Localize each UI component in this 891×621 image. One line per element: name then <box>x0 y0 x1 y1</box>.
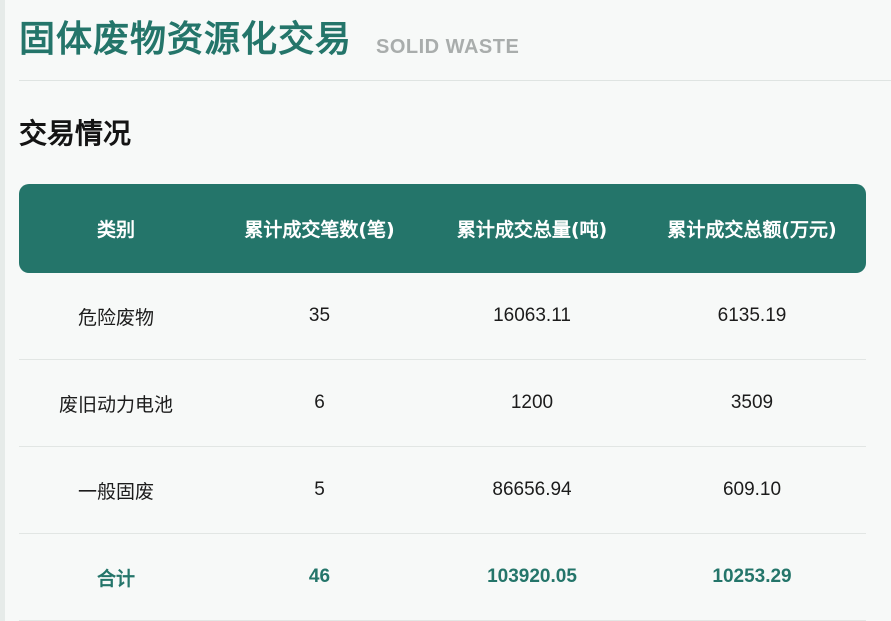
total-volume: 103920.05 <box>487 566 577 587</box>
table-total-row: 合计 46 103920.05 10253.29 <box>19 534 866 621</box>
page-title: 固体废物资源化交易 <box>19 19 353 60</box>
page-left-border <box>0 0 5 621</box>
total-label: 合计 <box>96 567 135 590</box>
cell-count: 35 <box>308 305 331 326</box>
page-header: 固体废物资源化交易 SOLID WASTE <box>19 14 891 81</box>
transaction-table: 类别 累计成交笔数(笔) 累计成交总量(吨) 累计成交总额(万元) 危险废物 3… <box>19 184 866 621</box>
cell-volume: 16063.11 <box>493 305 571 326</box>
column-header-amount: 累计成交总额(万元) <box>667 219 837 241</box>
cell-volume: 86656.94 <box>492 479 572 500</box>
cell-category: 危险废物 <box>77 306 154 329</box>
cell-volume: 1200 <box>510 392 554 413</box>
cell-amount: 3509 <box>730 392 774 413</box>
cell-amount: 609.10 <box>722 479 782 500</box>
section-title: 交易情况 <box>19 117 132 150</box>
cell-count: 5 <box>314 479 325 500</box>
cell-category: 一般固废 <box>77 480 154 503</box>
table-row: 一般固废 5 86656.94 609.10 <box>19 447 866 534</box>
table-row: 危险废物 35 16063.11 6135.19 <box>19 273 866 360</box>
table-header: 类别 累计成交笔数(笔) 累计成交总量(吨) 累计成交总额(万元) <box>19 184 866 273</box>
column-header-category: 类别 <box>96 219 135 241</box>
column-header-volume: 累计成交总量(吨) <box>456 219 608 241</box>
page-subtitle: SOLID WASTE <box>376 36 520 58</box>
total-count: 46 <box>308 566 331 587</box>
cell-category: 废旧动力电池 <box>58 393 173 416</box>
cell-amount: 6135.19 <box>717 305 787 326</box>
cell-count: 6 <box>314 392 325 413</box>
table-row: 废旧动力电池 6 1200 3509 <box>19 360 866 447</box>
column-header-count: 累计成交笔数(笔) <box>244 219 395 241</box>
total-amount: 10253.29 <box>712 566 792 587</box>
